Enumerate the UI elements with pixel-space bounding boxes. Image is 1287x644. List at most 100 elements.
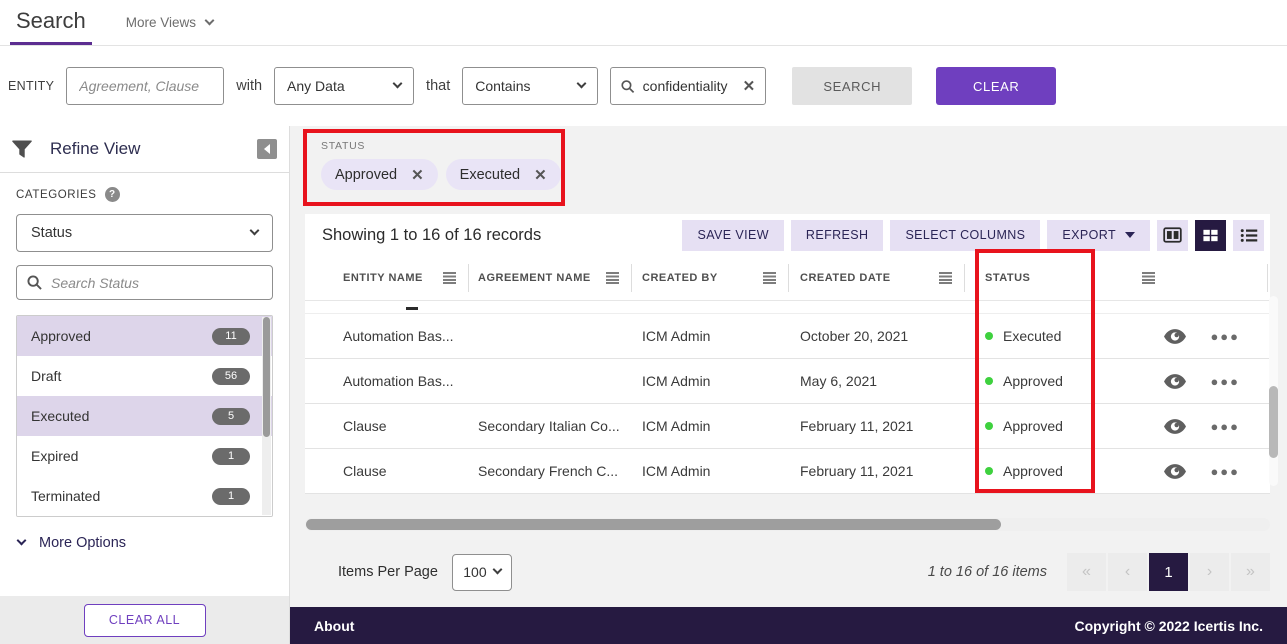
column-menu-icon[interactable] [939,272,952,284]
count-badge: 1 [212,488,250,505]
select-columns-button[interactable]: SELECT COLUMNS [890,220,1040,251]
filter-stub-mark [406,307,418,310]
column-header-created-date[interactable]: CREATED DATE [789,264,965,292]
operator-select[interactable]: Contains [462,67,598,105]
preview-eye-icon[interactable] [1164,374,1186,389]
table-row[interactable]: Clause Secondary Italian Co... ICM Admin… [305,404,1270,449]
sidebar-body: CATEGORIES ? Status Approved 11 [0,173,289,569]
entity-input[interactable] [79,78,211,94]
cell-created-date: February 11, 2021 [789,463,965,479]
clear-button[interactable]: CLEAR [936,67,1056,105]
row-menu-icon[interactable]: ●●● [1210,329,1240,344]
cell-created-date: February 11, 2021 [789,418,965,434]
column-header-created-by[interactable]: CREATED BY [632,264,789,292]
cell-status: Executed [965,328,1115,344]
cell-created-by: ICM Admin [632,418,789,434]
preview-eye-icon[interactable] [1164,419,1186,434]
filter-chip-executed[interactable]: Executed ✕ [446,159,561,190]
status-option-terminated[interactable]: Terminated 1 [17,476,272,516]
save-view-button[interactable]: SAVE VIEW [682,220,783,251]
search-button[interactable]: SEARCH [792,67,912,105]
cell-entity-name: Automation Bas... [305,328,469,344]
grid-view-button[interactable] [1195,220,1226,251]
status-filter-list: Approved 11 Draft 56 Executed 5 Expired … [16,315,273,517]
chevron-down-icon [393,79,403,89]
column-menu-icon[interactable] [1142,272,1155,284]
refine-view-sidebar: Refine View CATEGORIES ? Status [0,126,290,644]
more-options-toggle[interactable]: More Options [16,517,273,569]
chip-label: Approved [335,167,397,183]
column-header-agreement-name[interactable]: AGREEMENT NAME [469,264,632,292]
list-scrollbar[interactable] [262,317,271,515]
first-page-button[interactable]: « [1067,553,1106,591]
cell-agreement-name: Secondary Italian Co... [469,418,632,434]
chevron-down-icon [492,565,502,575]
grid-view-icon [1202,228,1219,243]
preview-eye-icon[interactable] [1164,329,1186,344]
status-option-executed[interactable]: Executed 5 [17,396,272,436]
row-menu-icon[interactable]: ●●● [1210,419,1240,434]
previous-page-button[interactable]: ‹ [1108,553,1147,591]
collapse-sidebar-button[interactable] [257,139,277,159]
column-menu-icon[interactable] [606,272,619,284]
search-icon [621,79,634,94]
about-link[interactable]: About [314,618,354,634]
status-option-draft[interactable]: Draft 56 [17,356,272,396]
vertical-scrollbar-thumb[interactable] [1269,386,1278,458]
more-views-label: More Views [126,15,196,30]
horizontal-scrollbar-thumb[interactable] [306,519,1001,530]
chevron-down-icon [250,226,260,236]
column-menu-icon[interactable] [763,272,776,284]
split-view-button[interactable] [1157,220,1188,251]
clear-keyword-icon[interactable]: ✕ [743,77,756,95]
data-scope-select[interactable]: Any Data [274,67,414,105]
cell-created-by: ICM Admin [632,328,789,344]
list-view-button[interactable] [1233,220,1264,251]
refresh-button[interactable]: REFRESH [791,220,884,251]
app-footer: About Copyright © 2022 Icertis Inc. [290,607,1287,644]
more-options-label: More Options [39,535,126,551]
table-horizontal-scrollbar[interactable] [305,518,1270,531]
applied-filter-chips: Approved ✕ Executed ✕ [321,159,547,190]
column-menu-icon[interactable] [443,272,456,284]
items-per-page-select[interactable]: 100 [452,554,512,591]
status-option-expired[interactable]: Expired 1 [17,436,272,476]
status-option-approved[interactable]: Approved 11 [17,316,272,356]
data-scope-value: Any Data [287,78,345,94]
export-label: EXPORT [1062,228,1116,242]
table-vertical-scrollbar[interactable] [1269,296,1278,486]
status-option-label: Draft [31,368,61,384]
column-header-entity-name[interactable]: ENTITY NAME [305,264,469,292]
next-page-button[interactable]: › [1190,553,1229,591]
tab-search[interactable]: Search [10,0,92,45]
clear-all-button[interactable]: CLEAR ALL [84,604,206,637]
preview-eye-icon[interactable] [1164,464,1186,479]
current-page-button[interactable]: 1 [1149,553,1188,591]
remove-chip-icon[interactable]: ✕ [411,166,424,184]
help-icon[interactable]: ? [105,187,120,202]
last-page-button[interactable]: » [1231,553,1270,591]
status-search-input[interactable] [51,275,262,291]
table-row[interactable]: Automation Bas... ICM Admin May 6, 2021 … [305,359,1270,404]
export-button[interactable]: EXPORT [1047,220,1150,251]
count-badge: 1 [212,448,250,465]
column-header-status[interactable]: STATUS [965,264,1268,292]
column-label: AGREEMENT NAME [478,272,591,284]
filter-chip-approved[interactable]: Approved ✕ [321,159,438,190]
top-header: Search More Views [0,0,1287,46]
search-criteria-bar: ENTITY with Any Data that Contains ✕ SEA… [0,46,1287,126]
pagination-controls: 1 to 16 of 16 items « ‹ 1 › » [928,553,1270,591]
status-dot-icon [985,422,993,430]
category-select[interactable]: Status [16,214,273,252]
table-row[interactable]: Automation Bas... ICM Admin October 20, … [305,314,1270,359]
items-per-page-value: 100 [463,564,486,580]
more-views-dropdown[interactable]: More Views [126,0,213,45]
list-scrollbar-thumb[interactable] [263,317,270,437]
row-menu-icon[interactable]: ●●● [1210,374,1240,389]
cell-created-date: May 6, 2021 [789,373,965,389]
remove-chip-icon[interactable]: ✕ [534,166,547,184]
keyword-input[interactable] [643,78,735,94]
row-menu-icon[interactable]: ●●● [1210,464,1240,479]
table-row[interactable]: Clause Secondary French C... ICM Admin F… [305,449,1270,494]
cell-entity-name: Clause [305,418,469,434]
